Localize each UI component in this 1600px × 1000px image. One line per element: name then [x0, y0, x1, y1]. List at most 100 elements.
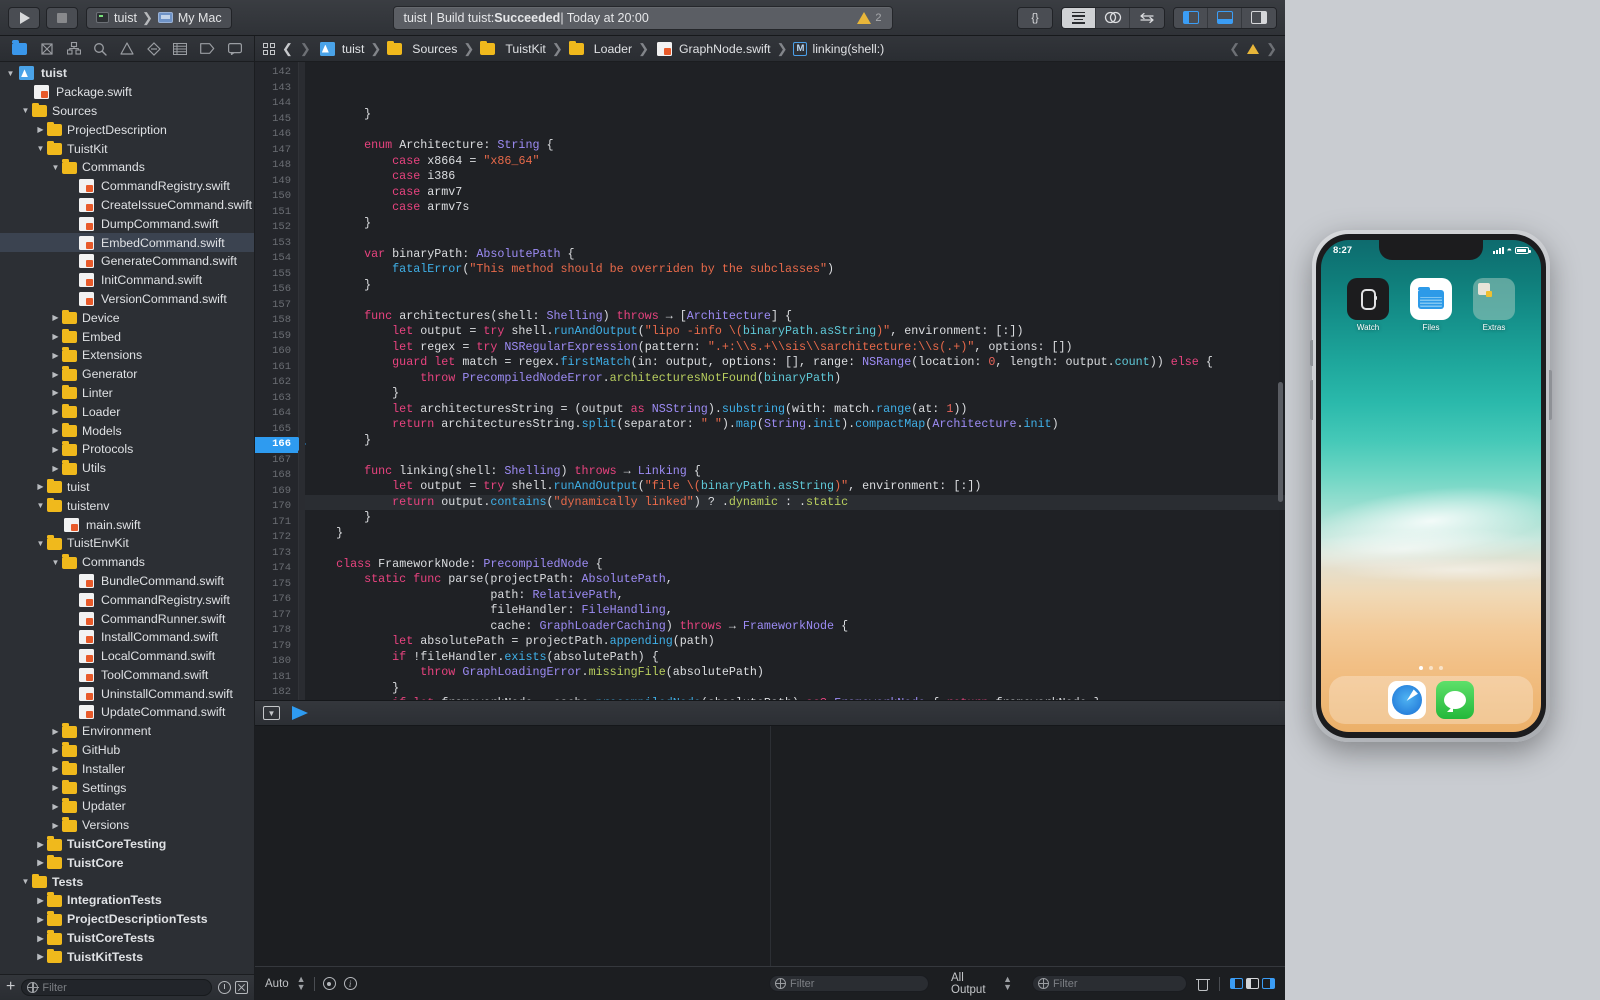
line-number[interactable]: 165 — [255, 422, 298, 438]
tree-row[interactable]: ▶ToolCommand.swift — [0, 666, 254, 685]
breadcrumb-item[interactable]: tuist — [318, 42, 365, 56]
code-snippet-button[interactable]: {} — [1018, 8, 1052, 28]
side-button[interactable] — [1549, 370, 1552, 420]
inspector-toggle-button[interactable] — [1242, 8, 1276, 28]
disclosure-closed-icon[interactable]: ▶ — [49, 351, 62, 360]
next-issue-button[interactable]: ❯ — [1266, 41, 1277, 57]
disclosure-closed-icon[interactable]: ▶ — [49, 746, 62, 755]
tree-row[interactable]: ▼tuistenv — [0, 496, 254, 515]
line-number[interactable]: 175 — [255, 577, 298, 593]
line-number[interactable]: 174 — [255, 561, 298, 577]
line-number[interactable]: 176 — [255, 592, 298, 608]
app-watch[interactable]: Watch — [1345, 278, 1391, 332]
forward-button[interactable]: ❯ — [300, 41, 311, 57]
disclosure-closed-icon[interactable]: ▶ — [49, 426, 62, 435]
tree-row[interactable]: ▼Tests — [0, 872, 254, 891]
code-line[interactable]: guard let match = regex.firstMatch(in: o… — [299, 355, 1285, 371]
breadcrumb-item[interactable]: GraphNode.swift — [655, 42, 771, 56]
tab-breakpoint-navigator[interactable] — [200, 43, 215, 54]
tree-row[interactable]: ▶TuistCoreTests — [0, 929, 254, 948]
watch-variable-icon[interactable] — [323, 977, 336, 990]
line-number[interactable]: 146 — [255, 127, 298, 143]
tree-row[interactable]: ▶Settings — [0, 778, 254, 797]
variables-scope-stepper[interactable]: ▲▼ — [297, 976, 306, 990]
disclosure-closed-icon[interactable]: ▶ — [34, 952, 47, 961]
debug-toggle-button[interactable] — [1208, 8, 1242, 28]
tree-row[interactable]: ▶Generator — [0, 365, 254, 384]
scheme-selector[interactable]: tuist ❯ My Mac — [86, 7, 232, 29]
disclosure-closed-icon[interactable]: ▶ — [34, 858, 47, 867]
line-number[interactable]: 153 — [255, 236, 298, 252]
tree-row[interactable]: ▶CommandRegistry.swift — [0, 177, 254, 196]
line-number[interactable]: 159 — [255, 329, 298, 345]
disclosure-closed-icon[interactable]: ▶ — [49, 727, 62, 736]
code-line[interactable]: } — [299, 433, 1285, 449]
tree-row[interactable]: ▼TuistKit — [0, 139, 254, 158]
editor-scrollbar[interactable] — [1278, 382, 1283, 502]
line-number[interactable]: 173 — [255, 546, 298, 562]
tree-row[interactable]: ▼Commands — [0, 158, 254, 177]
line-number[interactable]: 168 — [255, 468, 298, 484]
messages-icon[interactable] — [1436, 681, 1474, 719]
variables-view[interactable] — [255, 726, 771, 966]
standard-editor-button[interactable] — [1062, 8, 1096, 28]
disclosure-closed-icon[interactable]: ▶ — [34, 915, 47, 924]
code-line[interactable]: cache: GraphLoaderCaching) throws → Fram… — [299, 619, 1285, 635]
line-number[interactable]: 145 — [255, 112, 298, 128]
line-number[interactable]: 149 — [255, 174, 298, 190]
tab-debug-navigator[interactable] — [173, 43, 187, 55]
console-filter-input[interactable]: Filter — [1032, 975, 1186, 992]
breakpoints-activate-button[interactable] — [292, 706, 308, 720]
code-line[interactable]: } — [299, 681, 1285, 697]
tree-row[interactable]: ▶IntegrationTests — [0, 891, 254, 910]
line-number[interactable]: 151 — [255, 205, 298, 221]
tree-row[interactable]: ▶Embed — [0, 327, 254, 346]
line-number[interactable]: 171 — [255, 515, 298, 531]
disclosure-open-icon[interactable]: ▼ — [49, 558, 62, 567]
code-line[interactable]: } — [299, 386, 1285, 402]
show-console-button[interactable] — [1262, 978, 1275, 989]
code-line[interactable]: class FrameworkNode: PrecompiledNode { — [299, 557, 1285, 573]
code-line[interactable]: case armv7s — [299, 200, 1285, 216]
line-number[interactable]: 179 — [255, 639, 298, 655]
tab-report-navigator[interactable] — [228, 43, 242, 55]
tree-row[interactable]: ▶Models — [0, 421, 254, 440]
tree-row[interactable]: ▼Commands — [0, 553, 254, 572]
tree-row[interactable]: ▼TuistEnvKit — [0, 534, 254, 553]
disclosure-closed-icon[interactable]: ▶ — [34, 125, 47, 134]
tab-test-navigator[interactable] — [147, 42, 161, 56]
code-line[interactable]: } — [299, 107, 1285, 123]
volume-buttons[interactable] — [1310, 380, 1313, 420]
line-number[interactable]: 163 — [255, 391, 298, 407]
code-line[interactable]: throw GraphLoadingError.missingFile(abso… — [299, 665, 1285, 681]
navigator-toggle-button[interactable] — [1174, 8, 1208, 28]
code-line[interactable]: var binaryPath: AbsolutePath { — [299, 247, 1285, 263]
code-line[interactable]: return output.contains("dynamically link… — [299, 495, 1285, 511]
tree-row[interactable]: ▶InstallCommand.swift — [0, 628, 254, 647]
tree-row[interactable]: ▶CommandRegistry.swift — [0, 590, 254, 609]
tab-project-navigator[interactable] — [12, 43, 27, 55]
code-line[interactable]: case i386 — [299, 169, 1285, 185]
tree-row[interactable]: ▶Protocols — [0, 440, 254, 459]
tree-row[interactable]: ▶EmbedCommand.swift — [0, 233, 254, 252]
line-number[interactable]: 158 — [255, 313, 298, 329]
tree-row[interactable]: ▶TuistCore — [0, 853, 254, 872]
add-file-button[interactable]: + — [6, 979, 15, 997]
code-line[interactable] — [299, 541, 1285, 557]
tree-row[interactable]: ▶Utils — [0, 459, 254, 478]
line-number[interactable]: 160 — [255, 344, 298, 360]
disclosure-closed-icon[interactable]: ▶ — [49, 388, 62, 397]
line-number[interactable]: 172 — [255, 530, 298, 546]
code-text[interactable]: } enum Architecture: String { case x8664… — [299, 62, 1285, 700]
code-line[interactable]: let architecturesString = (output as NSS… — [299, 402, 1285, 418]
line-number[interactable]: 142 — [255, 65, 298, 81]
console-scope-selector[interactable]: All Output ▲▼ — [951, 972, 1012, 996]
recent-files-filter-icon[interactable] — [218, 981, 231, 994]
source-editor[interactable]: 1421431441451461471481491501511521531541… — [255, 62, 1285, 700]
tree-row[interactable]: ▶InitCommand.swift — [0, 271, 254, 290]
line-number-gutter[interactable]: 1421431441451461471481491501511521531541… — [255, 62, 299, 700]
code-line[interactable]: case armv7 — [299, 185, 1285, 201]
code-line[interactable]: fatalError("This method should be overri… — [299, 262, 1285, 278]
tree-row[interactable]: ▶VersionCommand.swift — [0, 290, 254, 309]
disclosure-closed-icon[interactable]: ▶ — [49, 332, 62, 341]
